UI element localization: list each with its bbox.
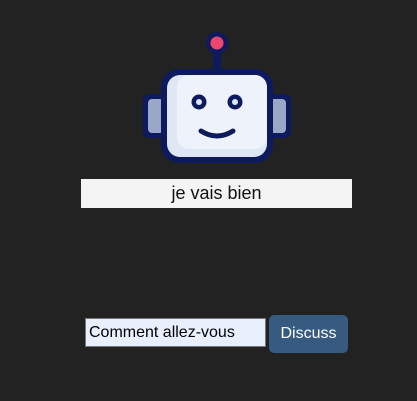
discuss-button[interactable]: Discuss — [269, 315, 348, 353]
chat-input[interactable] — [85, 318, 266, 347]
chat-input-container — [85, 318, 266, 347]
robot-icon — [141, 31, 293, 165]
bot-response-text: je vais bien — [81, 179, 352, 208]
